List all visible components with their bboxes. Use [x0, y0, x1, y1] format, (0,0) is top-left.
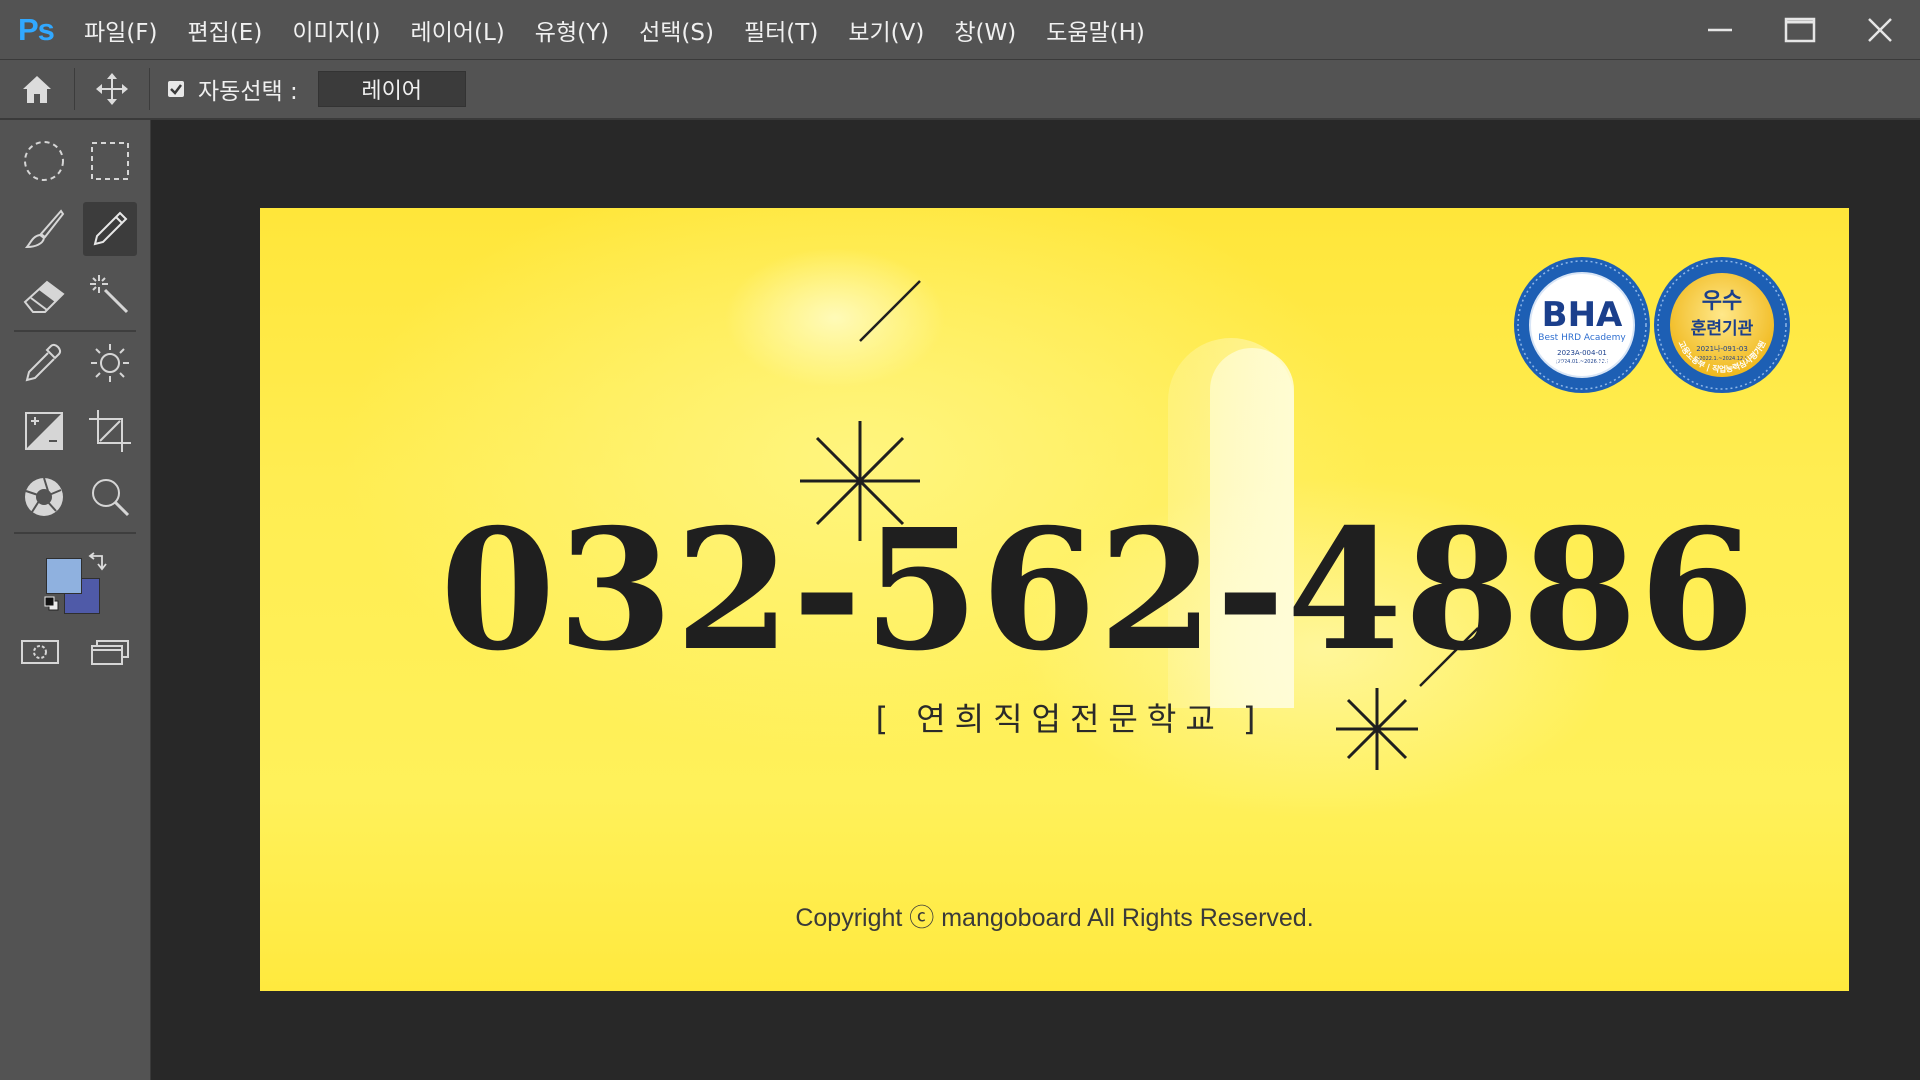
pencil-icon [93, 211, 128, 246]
eraser-tool[interactable] [17, 268, 71, 322]
bha-badge-title: BHA [1542, 295, 1623, 335]
screen-mode-button[interactable] [84, 625, 138, 679]
toolbar-divider [14, 330, 136, 332]
quick-mask-icon [21, 640, 59, 664]
color-swatches [36, 550, 116, 622]
toolbar-divider [14, 532, 136, 534]
window-controls [1680, 0, 1920, 59]
home-icon [23, 76, 51, 103]
tools-panel [0, 120, 151, 1080]
elliptical-marquee-icon [24, 141, 64, 181]
menu-filter[interactable]: 필터(T) [744, 13, 818, 47]
menu-bar: Ps 파일(F) 편집(E) 이미지(I) 레이어(L) 유형(Y) 선택(S)… [0, 0, 1920, 60]
adjustment-icon [25, 412, 63, 450]
options-divider [149, 68, 150, 110]
magic-wand-icon [90, 275, 129, 314]
close-icon [1868, 17, 1892, 42]
crop-icon [89, 410, 131, 452]
home-button[interactable] [0, 60, 74, 118]
school-name: [ 연희직업전문학교 ] [875, 700, 1265, 738]
maximize-button[interactable] [1760, 0, 1840, 59]
menu-select[interactable]: 선택(S) [639, 13, 714, 47]
phone-number: 032-562-4886 [440, 493, 1757, 688]
minimize-icon [1708, 28, 1732, 31]
rectangular-marquee-tool[interactable] [83, 134, 137, 188]
bha-badge-code: 2023A-004-01 [1557, 349, 1607, 357]
zoom-icon [92, 479, 130, 517]
auto-select-checkbox[interactable] [168, 81, 184, 97]
bha-badge-subtitle: Best HRD Academy [1538, 333, 1626, 343]
document-canvas[interactable]: 032-562-4886 [ 연희직업전문학교 ] Copyright ⓒ ma… [260, 208, 1849, 991]
aperture-tool[interactable] [17, 470, 71, 524]
zoom-tool[interactable] [83, 470, 137, 524]
menu-image[interactable]: 이미지(I) [292, 13, 380, 47]
menu-view[interactable]: 보기(V) [848, 13, 924, 47]
dodge-icon [91, 344, 129, 382]
minimize-button[interactable] [1680, 0, 1760, 59]
phone-number-wrap: 032-562-4886 [440, 508, 1755, 674]
elliptical-marquee-tool[interactable] [17, 134, 71, 188]
eyedropper-icon [25, 344, 61, 382]
swap-colors-icon[interactable] [86, 552, 108, 574]
excellent-badge-code: 2021나-091-03 [1696, 344, 1748, 353]
adjustment-tool[interactable] [17, 404, 71, 458]
rectangular-marquee-icon [91, 142, 129, 180]
auto-select-dropdown[interactable]: 레이어 [317, 71, 466, 107]
options-bar: 자동선택 : 레이어 [0, 60, 1920, 120]
move-tool-preset[interactable] [75, 60, 149, 118]
checkmark-icon [170, 84, 182, 95]
quick-mask-button[interactable] [14, 625, 68, 679]
menu-layer[interactable]: 레이어(L) [411, 13, 505, 47]
dodge-tool[interactable] [83, 336, 137, 390]
default-colors-icon[interactable] [44, 596, 60, 612]
brush-icon [24, 209, 65, 249]
maximize-icon [1784, 17, 1816, 42]
menu-type[interactable]: 유형(Y) [535, 13, 609, 47]
eyedropper-tool[interactable] [17, 336, 71, 390]
menu-window[interactable]: 창(W) [954, 13, 1016, 47]
move-icon [96, 73, 128, 105]
eraser-icon [23, 280, 65, 313]
auto-select-label: 자동선택 : [198, 79, 298, 105]
photoshop-logo: Ps [18, 11, 55, 47]
bha-badge: BHA Best HRD Academy 2023A-004-01 (2024.… [1514, 257, 1650, 393]
excellent-training-badge: 우수 훈련기관 2021나-091-03 (2022.1.~2024.12.) 고… [1654, 257, 1790, 393]
copyright-text: Copyright ⓒ mangoboard All Rights Reserv… [795, 904, 1314, 932]
menu-help[interactable]: 도움말(H) [1046, 13, 1145, 47]
close-button[interactable] [1840, 0, 1920, 59]
crop-tool[interactable] [83, 404, 137, 458]
magic-wand-tool[interactable] [83, 268, 137, 322]
aperture-icon [25, 477, 63, 516]
menu-edit[interactable]: 편집(E) [188, 13, 263, 47]
foreground-color-swatch[interactable] [46, 558, 82, 594]
menu-file[interactable]: 파일(F) [84, 13, 158, 47]
brush-tool[interactable] [17, 202, 71, 256]
pencil-tool[interactable] [83, 202, 137, 256]
screen-mode-icon [91, 640, 129, 665]
